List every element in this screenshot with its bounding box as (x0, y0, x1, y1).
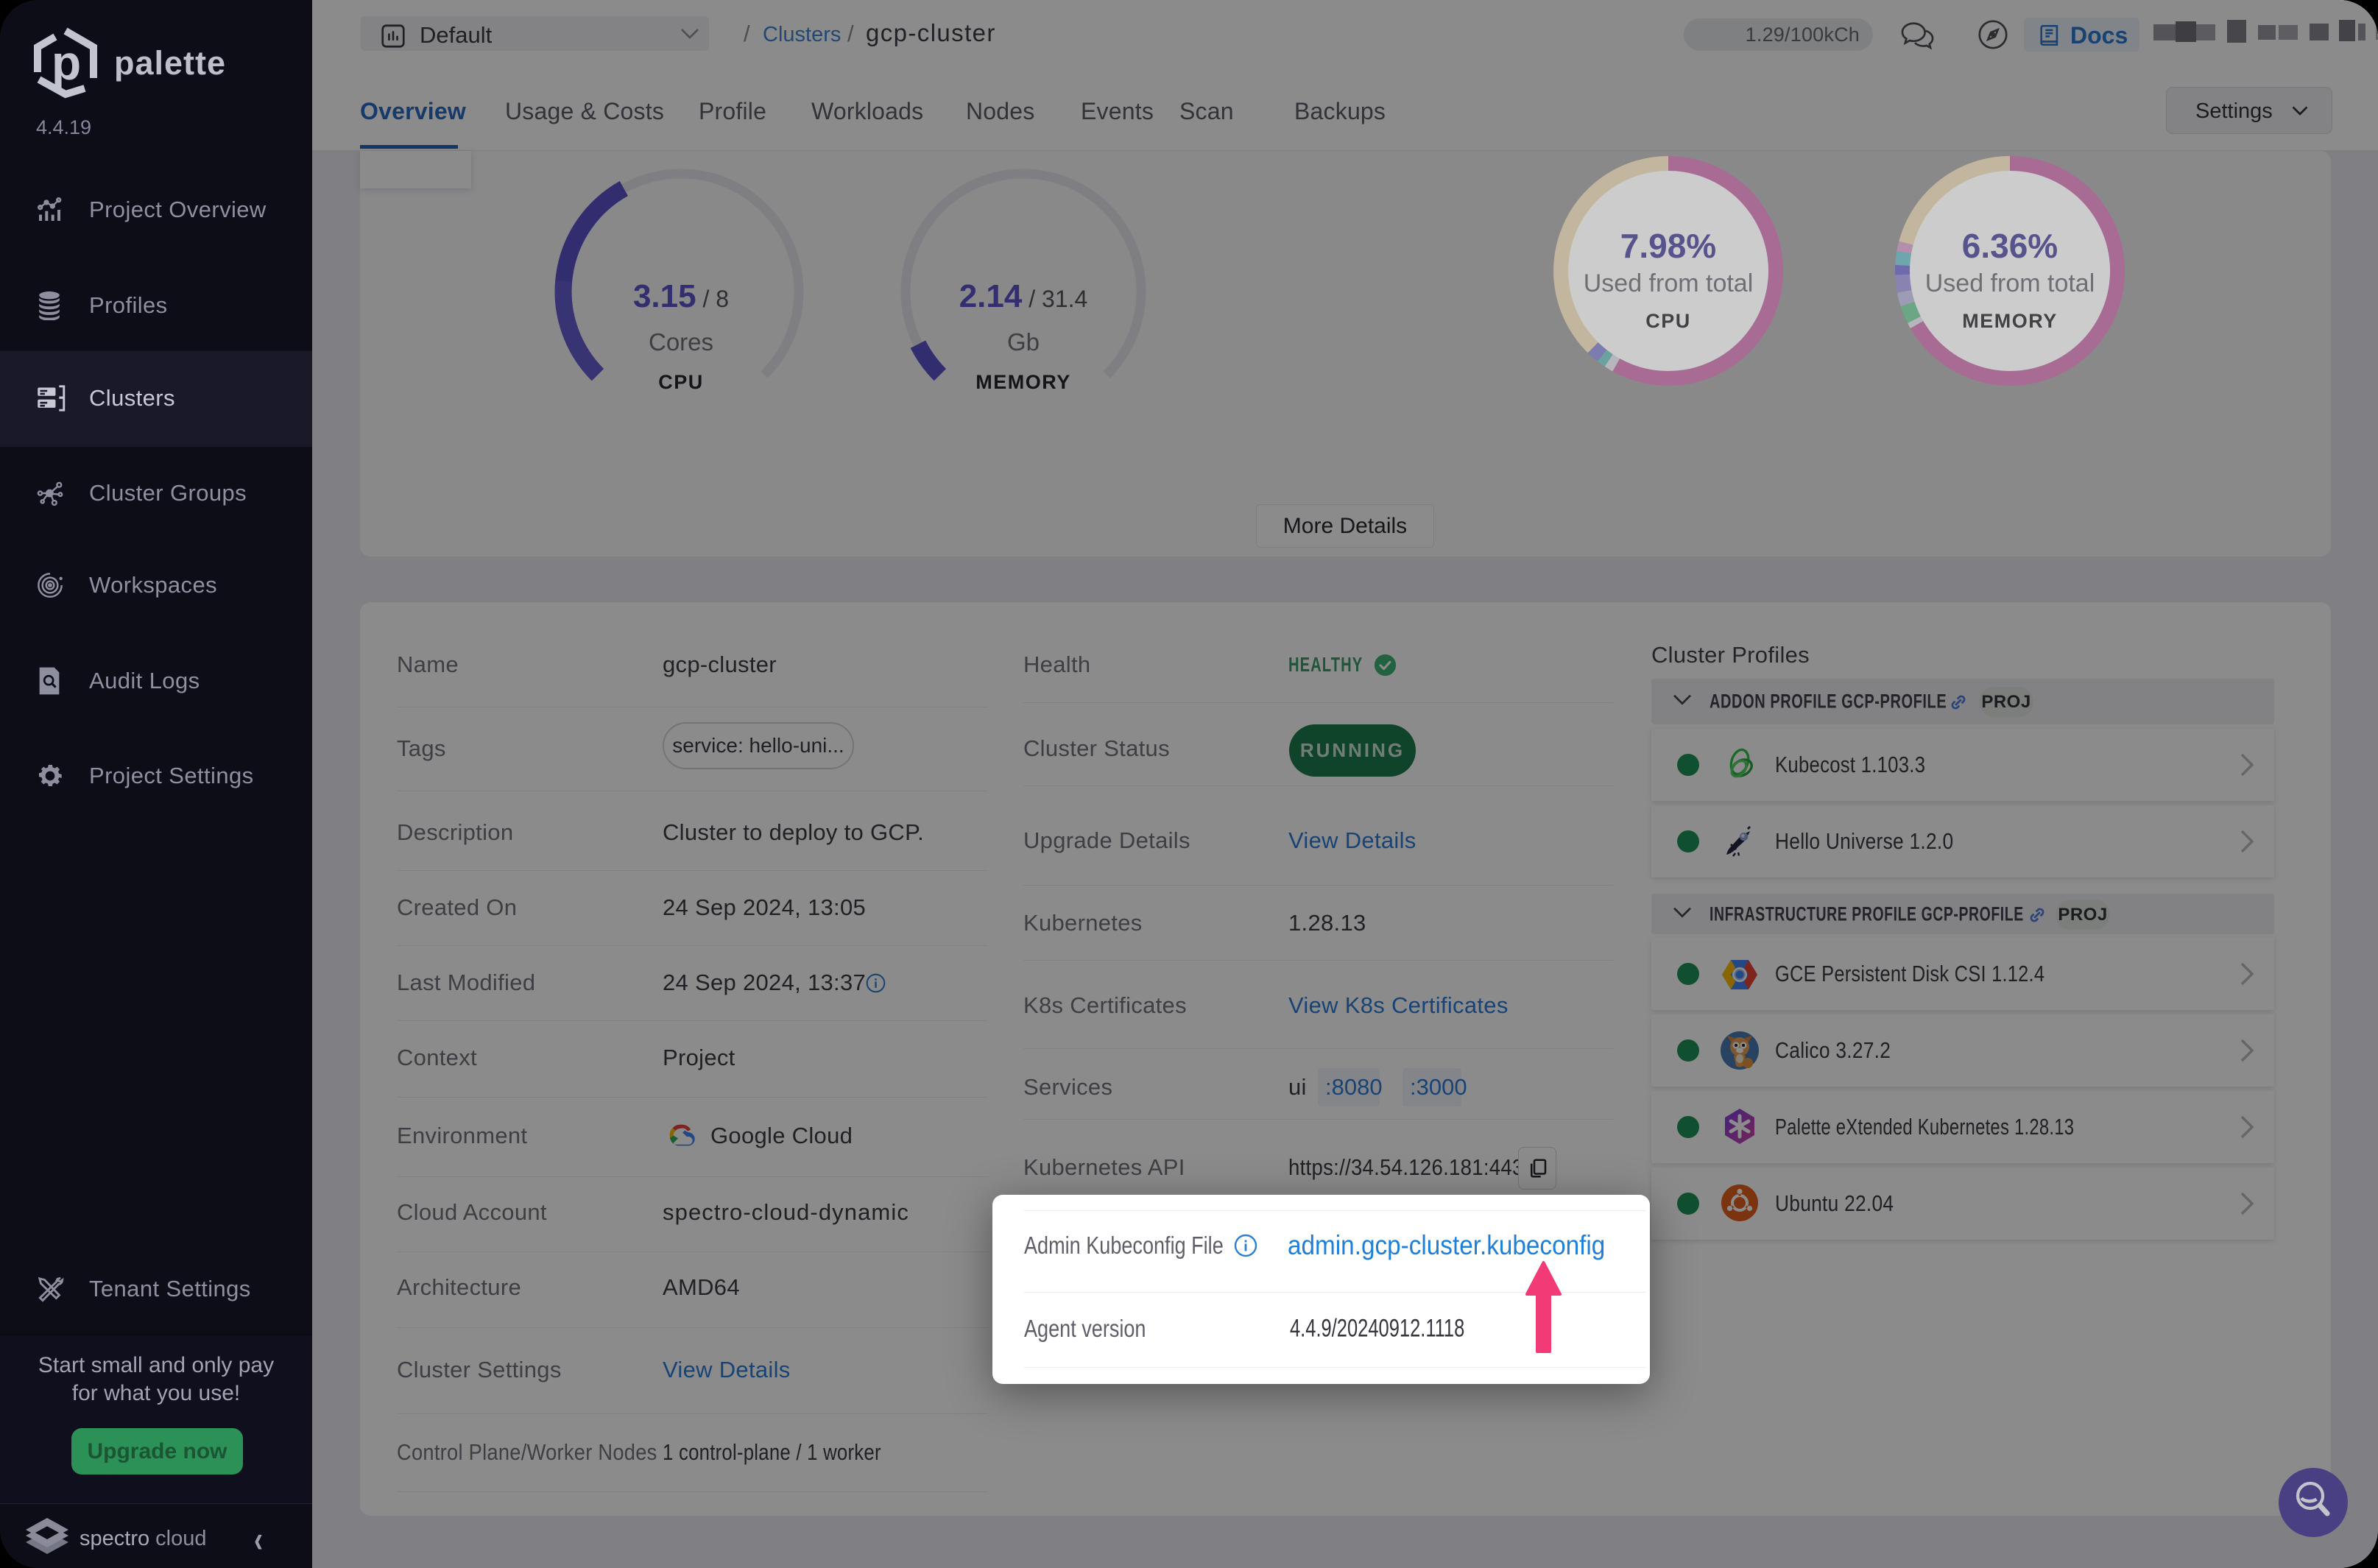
svg-text:p: p (52, 35, 81, 90)
